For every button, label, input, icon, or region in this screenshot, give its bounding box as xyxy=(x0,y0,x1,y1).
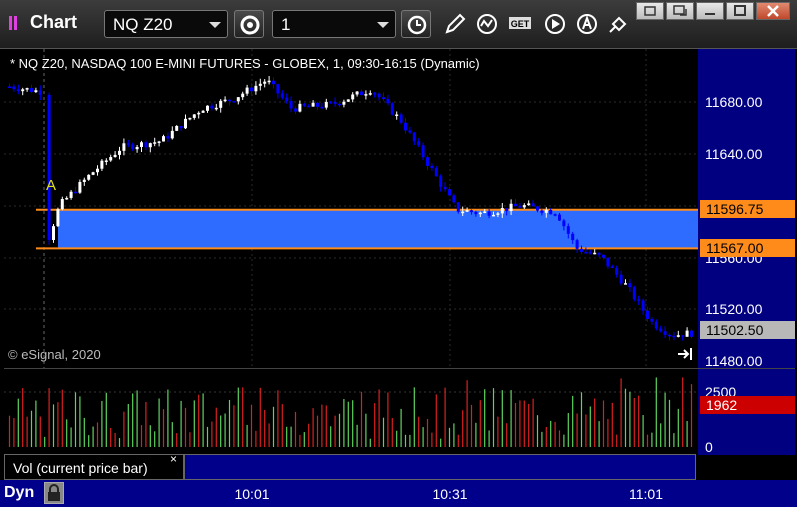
time-label: 10:01 xyxy=(234,486,270,502)
study-label[interactable]: Vol (current price bar) xyxy=(4,454,184,480)
volume-chart-canvas xyxy=(4,377,698,447)
time-axis[interactable] xyxy=(0,480,797,507)
lock-icon xyxy=(48,484,60,501)
volume-scale-label: 0 xyxy=(705,439,713,455)
time-label: 10:31 xyxy=(432,486,468,502)
volume-current-tag: 1962 xyxy=(700,396,795,414)
close-icon[interactable]: × xyxy=(170,452,177,466)
time-label: 11:01 xyxy=(629,486,663,502)
lock-button[interactable] xyxy=(44,482,64,504)
study-strip xyxy=(184,454,696,480)
dyn-button[interactable]: Dyn xyxy=(4,482,44,504)
